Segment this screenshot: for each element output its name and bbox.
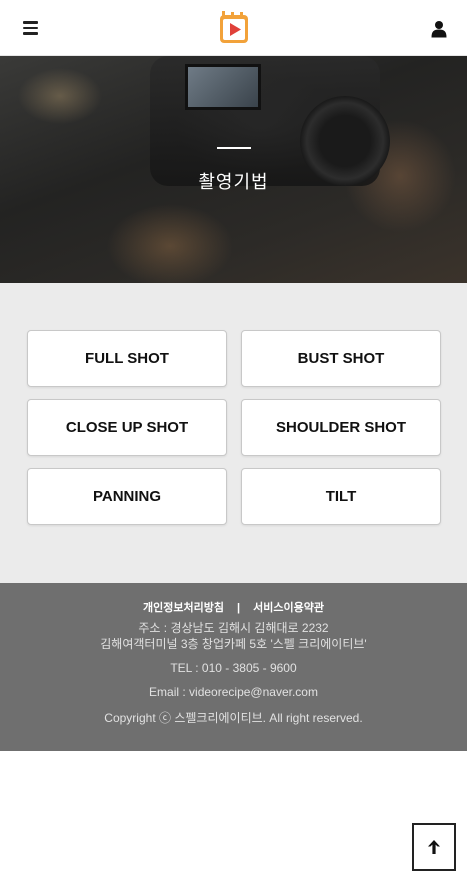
footer-links: 개인정보처리방침 | 서비스이용약관	[0, 599, 467, 615]
footer-link-separator: |	[237, 602, 241, 614]
footer-address-line2: 김해여객터미널 3층 창업카페 5호 '스펠 크리에이티브'	[100, 637, 367, 651]
full-shot-button[interactable]: FULL SHOT	[27, 330, 227, 387]
camera-screen-image	[185, 64, 261, 110]
privacy-policy-link[interactable]: 개인정보처리방침	[143, 602, 224, 614]
shot-list-section: FULL SHOT BUST SHOT CLOSE UP SHOT SHOULD…	[0, 283, 467, 583]
hero-banner: 촬영기법	[0, 56, 467, 283]
footer-email: Email : videorecipe@naver.com	[149, 685, 318, 699]
footer-tel: TEL : 010 - 3805 - 9600	[170, 661, 297, 675]
terms-of-service-link[interactable]: 서비스이용약관	[253, 602, 324, 614]
page-title: 촬영기법	[198, 172, 269, 193]
top-header	[0, 0, 467, 56]
shoulder-shot-button[interactable]: SHOULDER SHOT	[241, 399, 441, 456]
site-footer: 개인정보처리방침 | 서비스이용약관 주소 : 경상남도 김해시 김해대로 22…	[0, 583, 467, 751]
video-logo-icon[interactable]	[218, 11, 250, 45]
hamburger-menu-icon[interactable]	[23, 21, 38, 35]
title-divider	[217, 147, 251, 149]
panning-button[interactable]: PANNING	[27, 468, 227, 525]
scroll-to-top-button[interactable]	[412, 823, 456, 871]
arrow-up-icon	[428, 840, 440, 854]
tilt-button[interactable]: TILT	[241, 468, 441, 525]
footer-address-line1: 주소 : 경상남도 김해시 김해대로 2232	[138, 621, 329, 635]
footer-copyright: Copyright ⓒ 스펠크리에이티브. All right reserved…	[104, 711, 363, 725]
user-icon[interactable]	[431, 20, 447, 38]
close-up-shot-button[interactable]: CLOSE UP SHOT	[27, 399, 227, 456]
bust-shot-button[interactable]: BUST SHOT	[241, 330, 441, 387]
